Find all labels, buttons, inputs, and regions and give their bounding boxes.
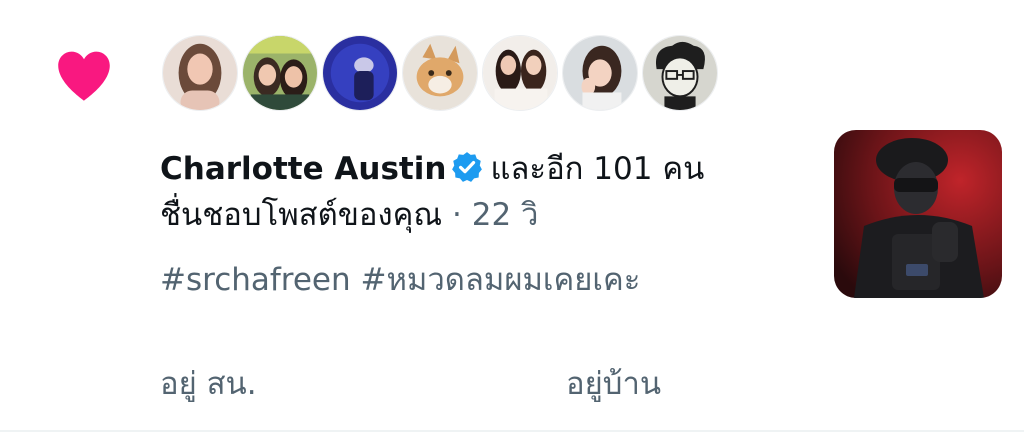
heart-icon — [58, 51, 110, 101]
avatar-two-women[interactable] — [482, 35, 558, 111]
post-photo-thumbnail[interactable] — [834, 130, 1002, 298]
others-count: และอีก 101 คน — [490, 151, 705, 187]
timestamp: 22 วิ — [471, 197, 539, 233]
post-hashtags[interactable]: #srchafreen #หมวดลมผมเคยเคะ — [160, 258, 640, 302]
avatar-woman-long-hair[interactable] — [162, 35, 238, 111]
action-text: ชื่นชอบโพสต์ของคุณ — [160, 197, 443, 233]
avatar-two-people[interactable] — [242, 35, 318, 111]
avatar-cat[interactable] — [402, 35, 478, 111]
avatar-concert-silhouette[interactable] — [322, 35, 398, 111]
separator-dot: · — [442, 197, 472, 233]
tab-at-station[interactable]: อยู่ สน. — [160, 362, 257, 406]
like-notification[interactable]: Charlotte Austin และอีก 101 คนชื่นชอบโพส… — [0, 0, 1024, 440]
notification-text: Charlotte Austin และอีก 101 คนชื่นชอบโพส… — [160, 146, 810, 238]
liker-avatars — [162, 35, 718, 111]
divider — [0, 430, 1024, 432]
avatar-woman-hand-on-cheek[interactable] — [562, 35, 638, 111]
tab-at-home[interactable]: อยู่บ้าน — [566, 362, 661, 406]
verified-badge-icon — [452, 152, 483, 182]
user-name-link[interactable]: Charlotte Austin — [160, 151, 446, 187]
avatar-cartoon-face[interactable] — [642, 35, 718, 111]
